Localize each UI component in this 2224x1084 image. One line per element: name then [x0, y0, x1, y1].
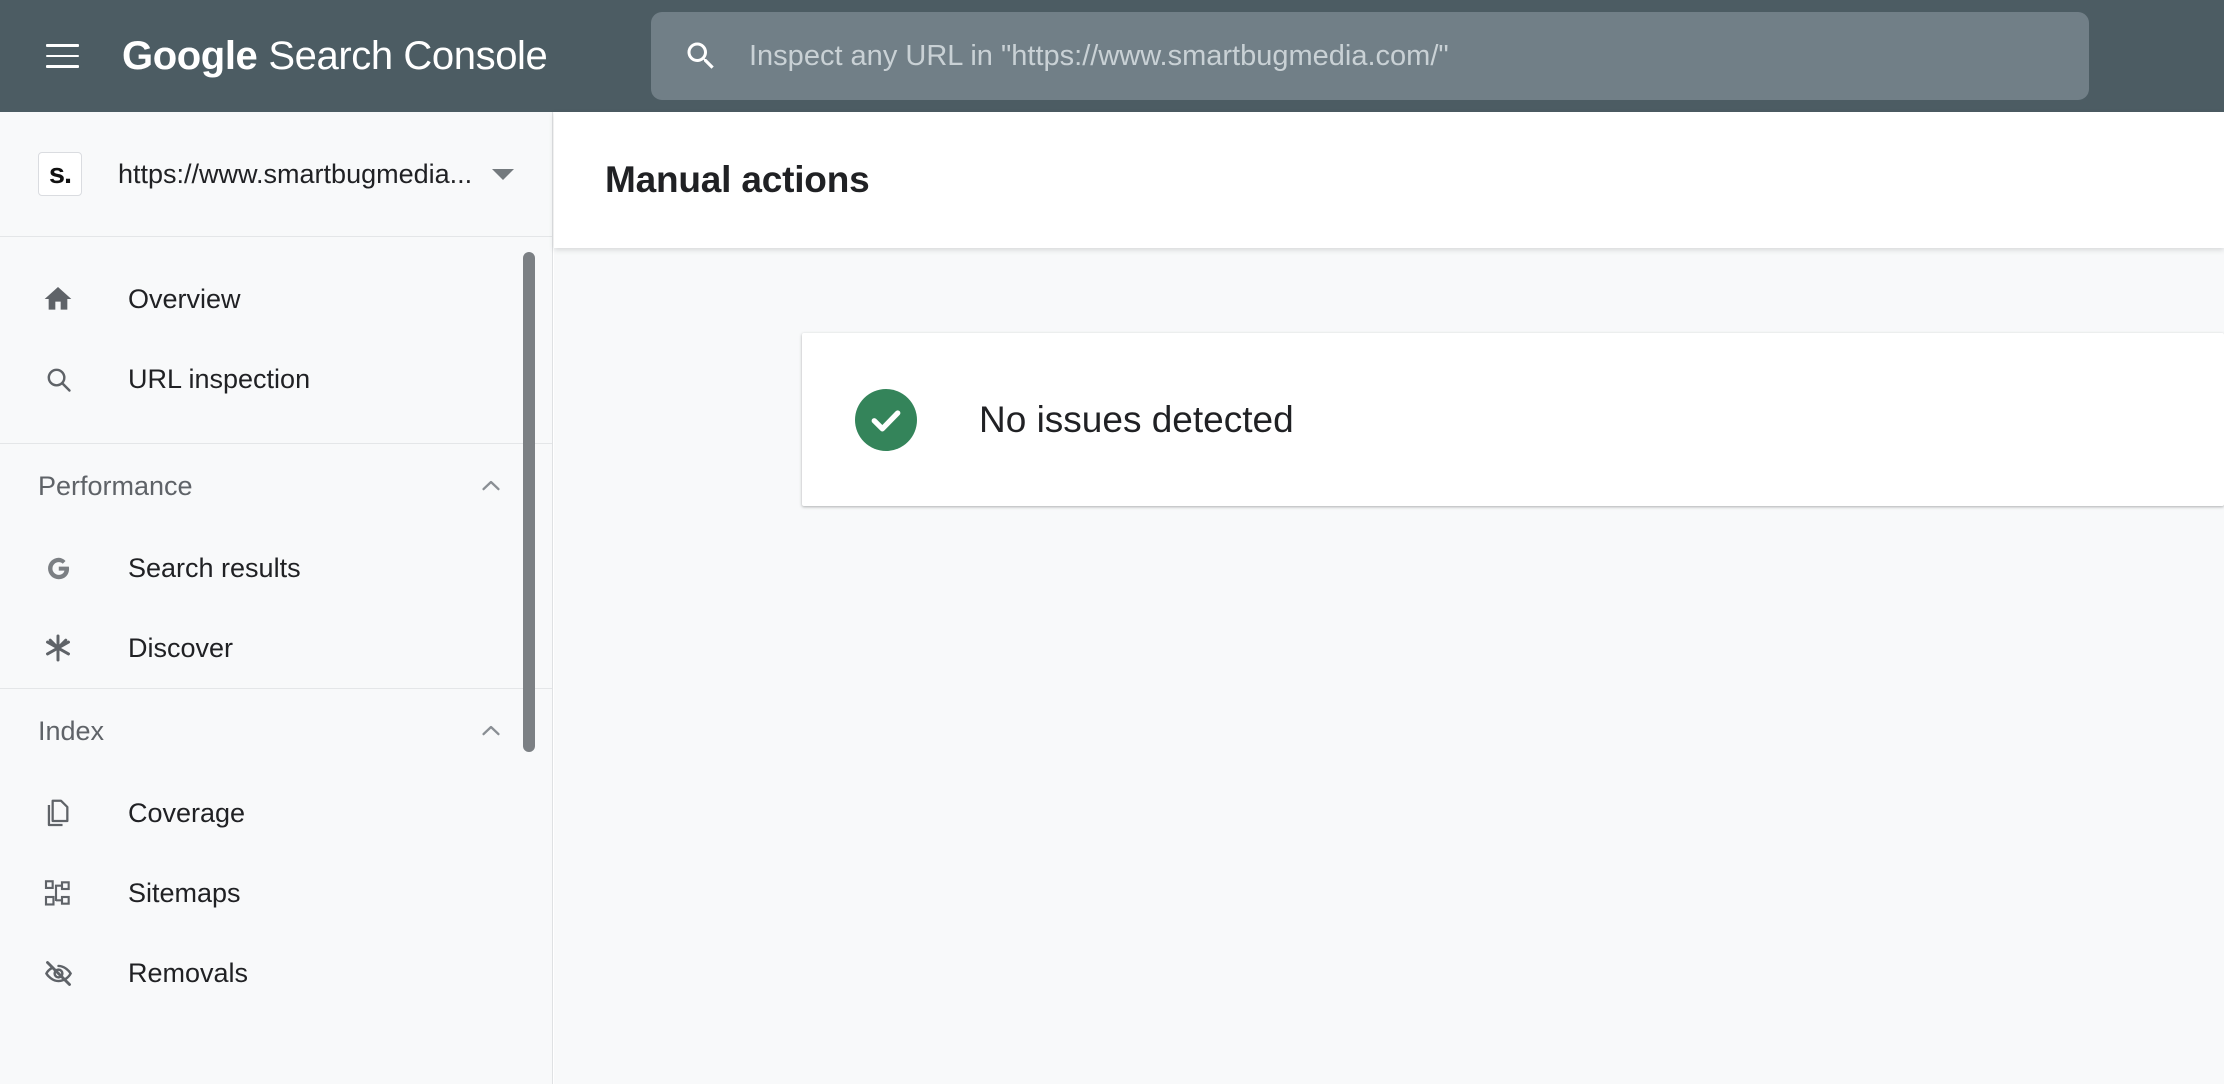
- eye-off-icon: [38, 953, 78, 993]
- page-header-bar: Manual actions: [554, 112, 2224, 248]
- hamburger-bar: [45, 65, 79, 68]
- property-name: https://www.smartbugmedia....: [118, 158, 474, 189]
- brand-search-console: Search Console: [268, 33, 548, 78]
- sidebar: s. https://www.smartbugmedia.... Overvie…: [0, 112, 553, 1084]
- google-g-icon: [38, 548, 78, 588]
- sidebar-item-label: Search results: [128, 552, 301, 583]
- app-header: Google Search Console: [0, 0, 2224, 112]
- sidebar-section-performance: Performance Search results Discover: [0, 444, 552, 689]
- status-message: No issues detected: [979, 398, 1294, 440]
- property-favicon: s.: [38, 152, 82, 196]
- search-icon: [38, 359, 78, 399]
- search-input[interactable]: [747, 12, 2065, 100]
- sidebar-item-label: Removals: [128, 957, 249, 988]
- discover-asterisk-icon: [38, 628, 78, 668]
- check-circle-icon: [855, 388, 917, 451]
- sitemap-hierarchy-icon: [38, 873, 78, 913]
- brand-wordmark[interactable]: Google Search Console: [122, 33, 548, 79]
- section-title: Performance: [38, 470, 193, 501]
- triangle-down-icon[interactable]: [492, 168, 514, 180]
- sidebar-item-url-inspection[interactable]: URL inspection: [0, 339, 552, 419]
- sidebar-item-discover[interactable]: Discover: [0, 608, 552, 688]
- chevron-up-icon[interactable]: [476, 471, 506, 501]
- home-icon: [38, 279, 78, 319]
- hamburger-bar: [45, 44, 79, 47]
- sidebar-item-label: Overview: [128, 283, 241, 314]
- content-scroll-region: No issues detected: [554, 248, 2224, 1084]
- sidebar-item-label: URL inspection: [128, 363, 311, 394]
- section-title: Index: [38, 715, 105, 746]
- sidebar-item-label: Discover: [128, 632, 234, 663]
- url-inspection-search-bar[interactable]: [651, 12, 2089, 100]
- pages-copy-icon: [38, 793, 78, 833]
- sidebar-item-removals[interactable]: Removals: [0, 933, 552, 1013]
- sidebar-section-index: Index Coverage Sitemaps Removals: [0, 689, 552, 1013]
- hamburger-menu-icon[interactable]: [38, 32, 86, 80]
- sidebar-item-coverage[interactable]: Coverage: [0, 773, 552, 853]
- sidebar-item-label: Sitemaps: [128, 877, 241, 908]
- sidebar-item-overview[interactable]: Overview: [0, 259, 552, 339]
- status-card: No issues detected: [802, 333, 2224, 506]
- sidebar-item-sitemaps[interactable]: Sitemaps: [0, 853, 552, 933]
- sidebar-top-group: Overview URL inspection: [0, 237, 552, 444]
- brand-google: Google: [122, 33, 258, 78]
- page-title: Manual actions: [605, 159, 870, 200]
- property-selector[interactable]: s. https://www.smartbugmedia....: [0, 112, 552, 237]
- search-icon: [687, 42, 714, 69]
- sidebar-item-label: Coverage: [128, 797, 246, 828]
- hamburger-bar: [45, 54, 79, 58]
- chevron-up-icon[interactable]: [476, 716, 506, 746]
- main-content-area: Manual actions No issues detected: [554, 112, 2224, 1084]
- sidebar-scrollbar[interactable]: [523, 252, 535, 752]
- sidebar-item-search-results[interactable]: Search results: [0, 528, 552, 608]
- section-header-index[interactable]: Index: [0, 689, 552, 773]
- section-header-performance[interactable]: Performance: [0, 444, 552, 528]
